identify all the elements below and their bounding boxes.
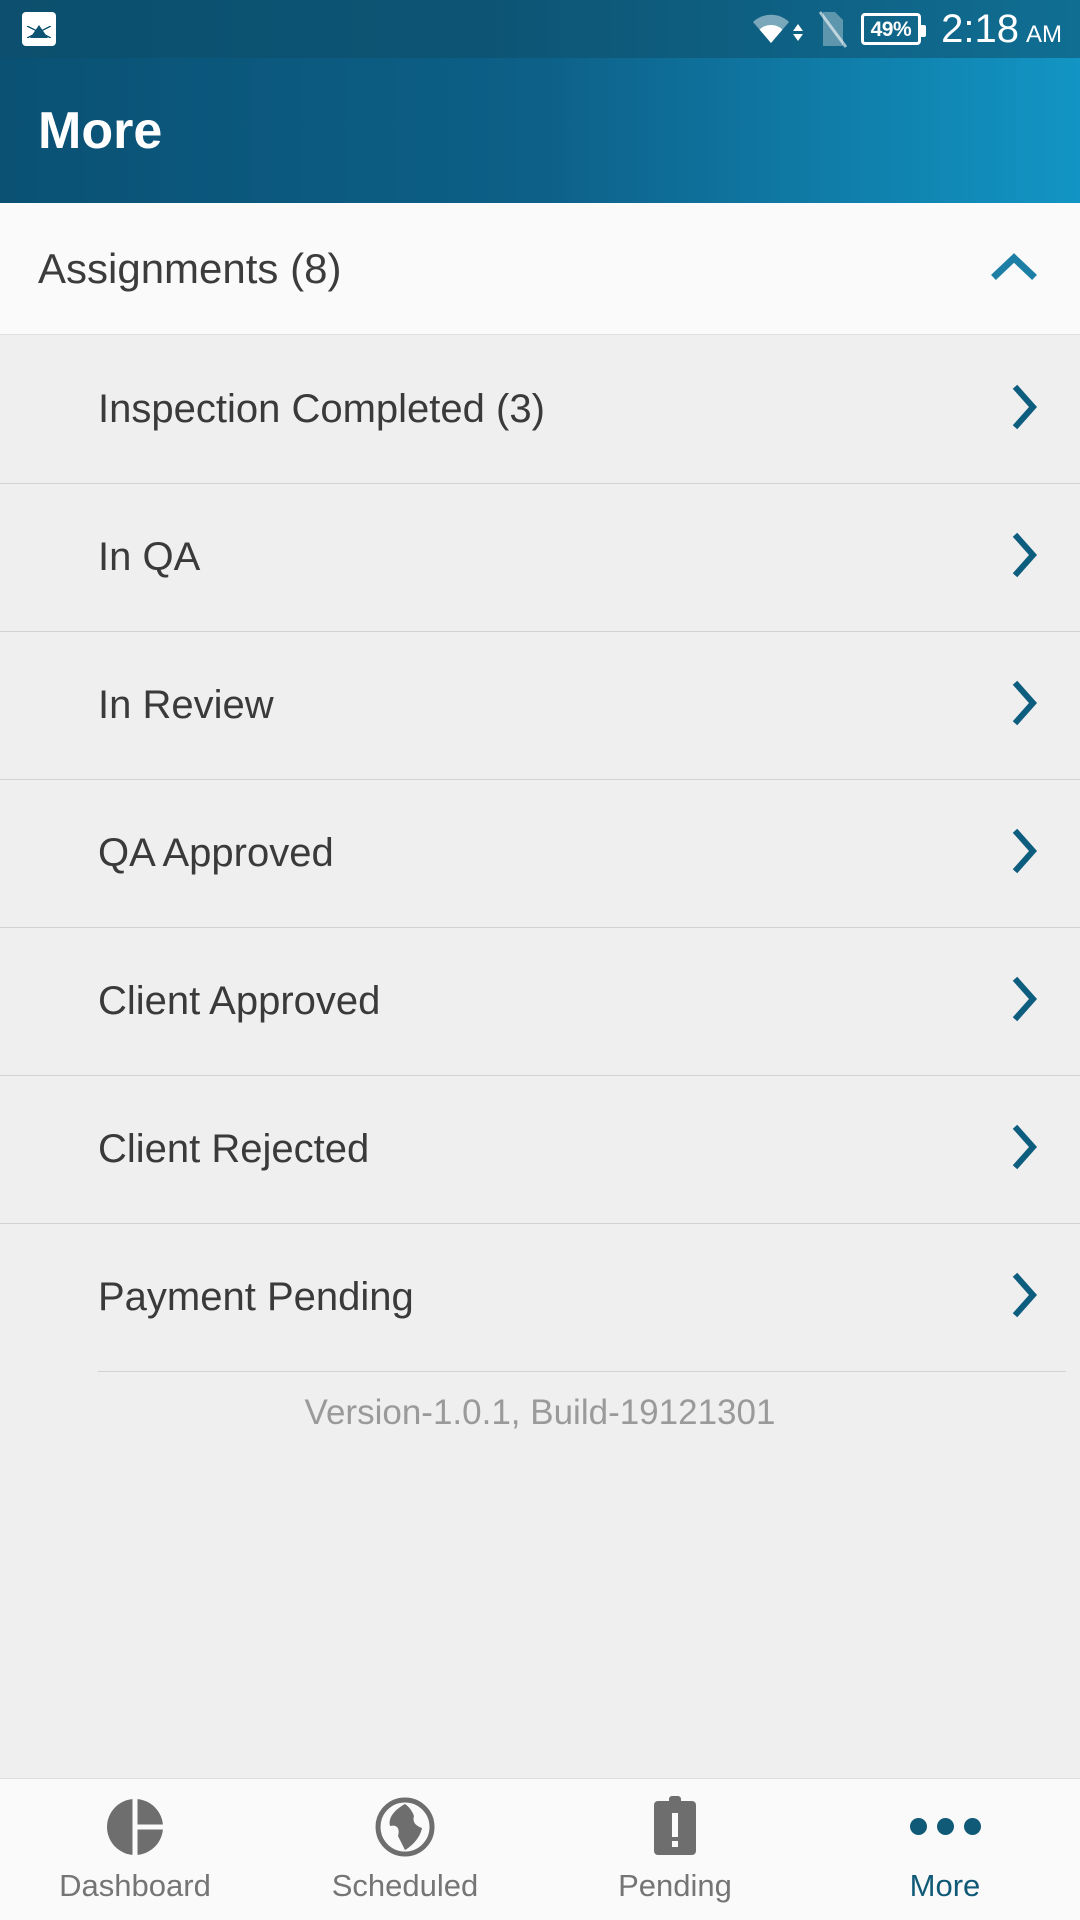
list-item-label: Payment Pending	[98, 1274, 414, 1319]
main-content: Assignments (8) Inspection Completed (3)…	[0, 203, 1080, 1778]
battery-icon: 49%	[860, 13, 926, 45]
pie-chart-icon	[104, 1796, 166, 1858]
clock-ampm: AM	[1026, 21, 1062, 48]
list-item-label: Client Approved	[98, 978, 381, 1023]
list-item[interactable]: QA Approved	[0, 779, 1080, 927]
status-bar: 49% 2:18 AM	[0, 0, 1080, 58]
list-item[interactable]: In QA	[0, 483, 1080, 631]
chevron-right-icon[interactable]	[1012, 828, 1038, 879]
chevron-right-icon[interactable]	[1012, 532, 1038, 583]
list-item[interactable]: In Review	[0, 631, 1080, 779]
chevron-right-icon[interactable]	[1012, 384, 1038, 435]
clock-time: 2:18	[941, 7, 1019, 51]
list-item-label: In QA	[98, 534, 201, 579]
tab-more[interactable]: More	[810, 1779, 1080, 1920]
version-text: Version-1.0.1, Build-19121301	[304, 1393, 776, 1432]
page-title: More	[38, 101, 163, 160]
list-item[interactable]: Inspection Completed (3)	[0, 335, 1080, 483]
three-dots-icon	[909, 1796, 981, 1858]
app-bar: More	[0, 58, 1080, 203]
bottom-navigation: Dashboard Scheduled Pending More	[0, 1778, 1080, 1920]
list-item-label: Client Rejected	[98, 1126, 370, 1171]
chevron-right-icon[interactable]	[1012, 680, 1038, 731]
clock: 2:18 AM	[941, 9, 1062, 49]
battery-level: 49%	[870, 17, 912, 41]
data-transfer-arrows-icon	[792, 24, 803, 41]
list-item[interactable]: Client Approved	[0, 927, 1080, 1075]
status-bar-right: 49% 2:18 AM	[752, 9, 1062, 49]
status-bar-left	[22, 12, 56, 46]
assignments-group-header[interactable]: Assignments (8)	[0, 203, 1080, 335]
assignments-group-title: Assignments (8)	[38, 244, 342, 292]
tab-dashboard-label: Dashboard	[59, 1867, 211, 1903]
tab-scheduled[interactable]: Scheduled	[270, 1779, 540, 1920]
image-icon	[22, 12, 56, 46]
tab-scheduled-label: Scheduled	[331, 1867, 479, 1903]
chevron-right-icon[interactable]	[1012, 1272, 1038, 1323]
list-item[interactable]: Client Rejected	[0, 1075, 1080, 1223]
list-item[interactable]: Payment Pending	[0, 1223, 1080, 1371]
clipboard-alert-icon	[648, 1795, 702, 1858]
list-item-label: QA Approved	[98, 830, 334, 875]
assignments-sublist: Inspection Completed (3) In QA In Review	[0, 335, 1080, 1778]
list-item-label: Inspection Completed (3)	[98, 386, 545, 431]
chevron-right-icon[interactable]	[1012, 976, 1038, 1027]
tab-pending[interactable]: Pending	[540, 1779, 810, 1920]
wifi-icon	[752, 14, 803, 44]
globe-icon	[374, 1796, 436, 1858]
app-root: 49% 2:18 AM More Assignments (8) Inspect…	[0, 0, 1080, 1920]
sim-off-icon	[817, 10, 847, 48]
tab-pending-label: Pending	[618, 1867, 732, 1903]
version-footer: Version-1.0.1, Build-19121301	[0, 1371, 1080, 1433]
chevron-up-icon[interactable]	[990, 251, 1038, 286]
chevron-right-icon[interactable]	[1012, 1124, 1038, 1175]
tab-more-label: More	[909, 1867, 981, 1903]
tab-dashboard[interactable]: Dashboard	[0, 1779, 270, 1920]
list-item-label: In Review	[98, 682, 274, 727]
